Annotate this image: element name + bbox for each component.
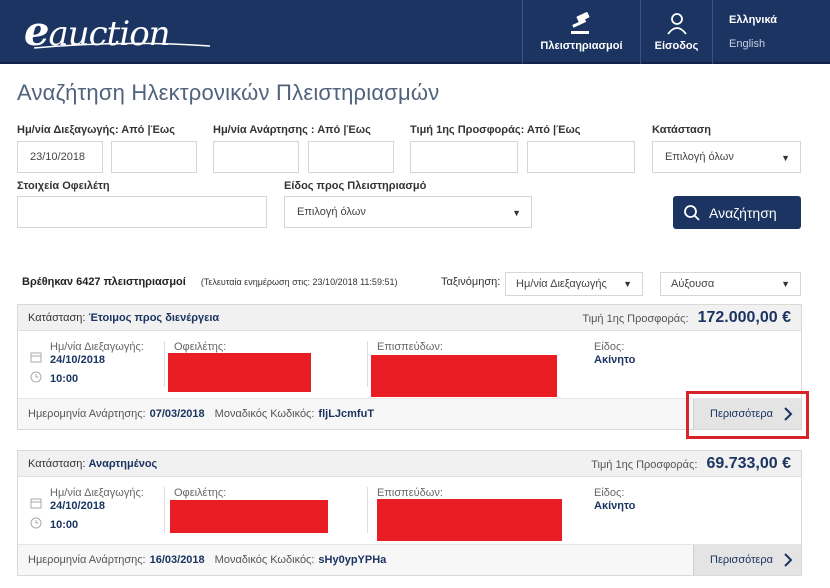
auction-date-label: Ημ/νία Διεξαγωγής: xyxy=(50,487,144,499)
gavel-icon xyxy=(570,12,589,34)
auction-date: 24/10/2018 xyxy=(50,354,106,366)
price-range-label: Τιμή 1ης Προσφοράς: Από |Έως xyxy=(410,124,581,136)
status-select[interactable]: Επιλογή όλων ▼ xyxy=(652,141,801,173)
kind-value: Ακίνητο xyxy=(594,354,636,366)
posting-from-input[interactable] xyxy=(213,141,299,173)
status-value: Αναρτημένος xyxy=(88,457,158,470)
nav-login-label: Είσοδος xyxy=(654,40,699,52)
price-to-input[interactable] xyxy=(527,141,635,173)
more-button[interactable]: Περισσότερα xyxy=(693,545,801,575)
caret-down-icon: ▼ xyxy=(781,153,790,163)
posted-value: 16/03/2018 xyxy=(149,554,205,566)
redacted-creditor xyxy=(371,355,557,397)
page-title: Αναζήτηση Ηλεκτρονικών Πλειστηριασμών xyxy=(17,80,440,105)
lang-english[interactable]: English xyxy=(729,38,830,50)
column-divider xyxy=(164,341,165,387)
auction-card-footer: Ημερομηνία Ανάρτησης: 07/03/2018 Μοναδικ… xyxy=(18,399,801,429)
last-update-note: (Τελευταία ενημέρωση στις: 23/10/2018 11… xyxy=(200,277,398,287)
debtor-label: Στοιχεία Οφειλέτη xyxy=(17,180,110,192)
search-icon xyxy=(684,204,700,221)
auction-time: 10:00 xyxy=(50,373,79,385)
nav-auctions-label: Πλειστηριασμοί xyxy=(540,40,623,52)
posted-label: Ημερομηνία Ανάρτησης: xyxy=(28,554,146,566)
posting-to-input[interactable] xyxy=(308,141,394,173)
caret-down-icon: ▼ xyxy=(781,279,790,289)
eauction-logo[interactable]: eauction xyxy=(24,12,211,54)
lang-greek[interactable]: Ελληνικά xyxy=(729,14,830,26)
caret-down-icon: ▼ xyxy=(512,208,521,218)
creditor-col-label: Επισπεύδων: xyxy=(377,341,443,353)
nav-auctions[interactable]: Πλειστηριασμοί xyxy=(522,0,640,64)
column-divider xyxy=(367,341,368,387)
kind-label: Είδος προς Πλειστηριασμό xyxy=(284,180,427,192)
creditor-col-label: Επισπεύδων: xyxy=(377,487,443,499)
language-switcher: Ελληνικά English xyxy=(712,0,830,64)
status-label: Κατάσταση: xyxy=(28,457,86,470)
posted-label: Ημερομηνία Ανάρτησης: xyxy=(28,408,146,420)
auction-card-footer: Ημερομηνία Ανάρτησης: 16/03/2018 Μοναδικ… xyxy=(18,545,801,575)
auction-card: Κατάσταση: Αναρτημένος Τιμή 1ης Προσφορά… xyxy=(17,450,802,576)
debtor-col-label: Οφειλέτης: xyxy=(174,341,227,353)
auction-time: 10:00 xyxy=(50,519,79,531)
auction-card-body: Ημ/νία Διεξαγωγής: 24/10/2018 10:00 Οφει… xyxy=(18,331,801,399)
posting-date-label: Ημ/νία Ανάρτησης : Από |Έως xyxy=(213,124,371,136)
results-count: Βρέθηκαν 6427 πλειστηριασμοί xyxy=(22,276,186,288)
status-select-value: Επιλογή όλων xyxy=(665,151,734,163)
price-label: Τιμή 1ης Προσφοράς: xyxy=(591,458,698,471)
price-value: 172.000,00 € xyxy=(697,308,791,326)
posted-value: 07/03/2018 xyxy=(149,408,205,420)
status-filter-label: Κατάσταση xyxy=(652,124,711,136)
auction-card-header: Κατάσταση: Αναρτημένος Τιμή 1ης Προσφορά… xyxy=(18,451,801,477)
sort-label: Ταξινόμηση: xyxy=(441,276,501,288)
search-button-label: Αναζήτηση xyxy=(709,204,777,221)
auction-card-body: Ημ/νία Διεξαγωγής: 24/10/2018 10:00 Οφει… xyxy=(18,477,801,545)
column-divider xyxy=(367,487,368,533)
redacted-creditor xyxy=(377,499,562,541)
sort-select[interactable]: Ημ/νία Διεξαγωγής ▼ xyxy=(505,272,643,296)
status-label: Κατάσταση: xyxy=(28,311,86,324)
column-divider xyxy=(164,487,165,533)
code-label: Μοναδικός Κωδικός: xyxy=(214,408,315,420)
clock-icon xyxy=(30,371,42,383)
debtor-col-label: Οφειλέτης: xyxy=(174,487,227,499)
price-label: Τιμή 1ης Προσφοράς: xyxy=(582,312,689,325)
top-navigation-bar: eauction Πλειστηριασμοί Είσοδος Ελληνικά… xyxy=(0,0,830,64)
more-button-label: Περισσότερα xyxy=(710,554,773,566)
price-value: 69.733,00 € xyxy=(706,454,791,472)
code-label: Μοναδικός Κωδικός: xyxy=(214,554,315,566)
debtor-input[interactable] xyxy=(17,196,267,228)
date-from-input[interactable]: 23/10/2018 xyxy=(17,141,103,173)
annotation-highlight-box xyxy=(686,391,809,439)
status-value: Έτοιμος προς διενέργεια xyxy=(88,311,220,324)
order-select-value: Αύξουσα xyxy=(671,278,715,290)
caret-down-icon: ▼ xyxy=(623,279,632,289)
code-value: fljLJcmfuT xyxy=(318,408,375,420)
price-from-input[interactable] xyxy=(410,141,518,173)
auction-date: 24/10/2018 xyxy=(50,500,106,512)
kind-col-label: Είδος: xyxy=(594,487,625,499)
redacted-debtor xyxy=(170,500,328,533)
chevron-right-icon xyxy=(784,553,793,567)
auction-card-header: Κατάσταση: Έτοιμος προς διενέργεια Τιμή … xyxy=(18,305,801,331)
search-button[interactable]: Αναζήτηση xyxy=(673,196,801,229)
code-value: sHy0ypYPHa xyxy=(318,554,387,566)
auction-card: Κατάσταση: Έτοιμος προς διενέργεια Τιμή … xyxy=(17,304,802,430)
redacted-debtor xyxy=(168,353,311,392)
date-to-input[interactable] xyxy=(111,141,197,173)
results-summary: Βρέθηκαν 6427 πλειστηριασμοί (Τελευταία … xyxy=(22,276,397,288)
order-select[interactable]: Αύξουσα ▼ xyxy=(660,272,801,296)
user-icon xyxy=(666,13,687,35)
logo-swoosh-icon xyxy=(33,42,211,49)
kind-value: Ακίνητο xyxy=(594,500,636,512)
kind-select-value: Επιλογή όλων xyxy=(297,206,366,218)
auction-date-label: Ημ/νία Διεξαγωγής: xyxy=(50,341,144,353)
sort-select-value: Ημ/νία Διεξαγωγής xyxy=(516,278,607,290)
nav-login[interactable]: Είσοδος xyxy=(640,0,712,64)
date-range-label: Ημ/νία Διεξαγωγής: Από |Έως xyxy=(17,124,175,136)
calendar-icon xyxy=(30,352,42,363)
calendar-icon xyxy=(30,498,42,509)
kind-select[interactable]: Επιλογή όλων ▼ xyxy=(284,196,532,228)
clock-icon xyxy=(30,517,42,529)
kind-col-label: Είδος: xyxy=(594,341,625,353)
